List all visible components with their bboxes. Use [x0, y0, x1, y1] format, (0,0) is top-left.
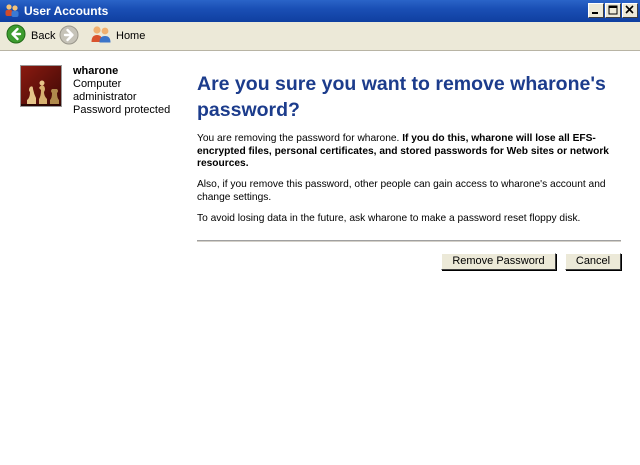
forward-button[interactable]: [59, 25, 79, 50]
user-accounts-app-icon: [4, 3, 20, 19]
chess-pieces-picture: [21, 66, 61, 106]
cancel-button[interactable]: Cancel: [565, 253, 621, 270]
title-bar: User Accounts: [0, 0, 640, 22]
maximize-button[interactable]: [605, 3, 621, 18]
divider: [197, 240, 621, 242]
close-button[interactable]: [622, 3, 638, 18]
navigation-toolbar: Back Home: [0, 22, 640, 51]
user-role-line1: Computer: [73, 78, 122, 90]
window-title: User Accounts: [24, 4, 109, 18]
back-button[interactable]: Back: [6, 24, 56, 49]
users-home-icon: [90, 24, 112, 49]
home-button[interactable]: Home: [90, 25, 145, 47]
remove-password-button[interactable]: Remove Password: [441, 253, 556, 270]
warning-intro-text: You are removing the password for wharon…: [197, 133, 403, 144]
minimize-button[interactable]: [588, 3, 604, 18]
back-arrow-icon: [6, 24, 26, 49]
user-password-status: Password protected: [73, 104, 171, 116]
access-warning-paragraph: Also, if you remove this password, other…: [197, 179, 606, 203]
back-label: Back: [31, 30, 56, 42]
reset-disk-hint-paragraph: To avoid losing data in the future, ask …: [197, 213, 581, 224]
content-pane: wharone Computer administrator Password …: [0, 51, 640, 465]
warning-paragraph: You are removing the password for wharon…: [197, 133, 622, 171]
user-avatar: [20, 65, 62, 107]
user-info: wharone Computer administrator Password …: [73, 65, 183, 117]
home-label: Home: [116, 30, 146, 42]
user-name: wharone: [73, 65, 119, 77]
page-heading: Are you sure you want to remove wharone'…: [197, 73, 606, 121]
forward-arrow-icon: [59, 25, 79, 49]
user-role-line2: administrator: [73, 91, 137, 103]
